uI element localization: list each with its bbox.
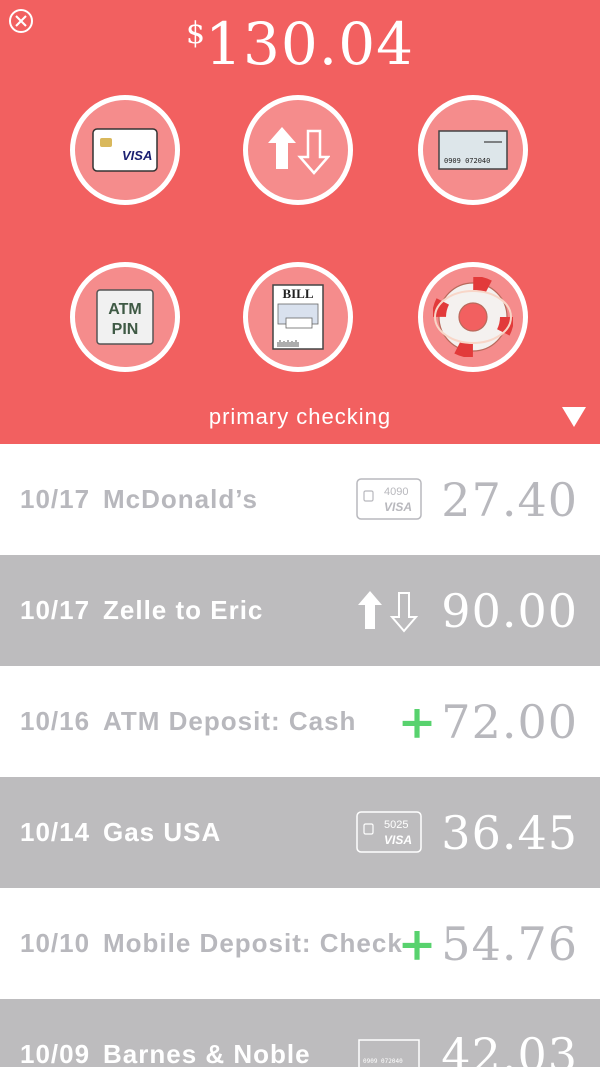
balance-display: $130.04 (0, 10, 600, 78)
amount-value: 27.40 (441, 472, 578, 527)
transaction-row[interactable]: 10/10 Mobile Deposit: Check +54.76 (0, 888, 600, 999)
transaction-date: 10/14 (20, 817, 91, 847)
amount-value: 90.00 (441, 583, 578, 638)
card-brand: VISA (384, 500, 412, 514)
card-last4: 4090 (384, 486, 408, 498)
balance-amount: 130.04 (205, 10, 415, 78)
app-screen: $130.04 VISA 0909 072040 ATM PIN BILL pr… (0, 0, 600, 1067)
card-last4: 5025 (384, 819, 408, 831)
atm-label: ATM (108, 301, 141, 318)
visa-label: VISA (122, 148, 152, 163)
card-icon: 5025 VISA (356, 811, 422, 853)
bill-label: BILL (282, 286, 313, 301)
amount-value: 54.76 (441, 916, 578, 971)
amount-value: 72.00 (441, 694, 578, 749)
transaction-date: 10/09 (20, 1039, 91, 1067)
transaction-date: 10/17 (20, 595, 91, 625)
check-deposit-action-button[interactable]: 0909 072040 (418, 95, 528, 205)
life-preserver-icon (433, 277, 513, 357)
deposit-plus-sign: + (397, 694, 438, 749)
transfer-action-button[interactable] (243, 95, 353, 205)
transaction-date: 10/16 (20, 706, 91, 736)
transaction-amount: +72.00 (398, 695, 578, 749)
transaction-description: McDonald’s (103, 484, 258, 514)
transaction-description: Zelle to Eric (103, 595, 264, 625)
card-action-button[interactable]: VISA (70, 95, 180, 205)
atm-pin-icon: ATM PIN (96, 289, 154, 345)
amount-value: 42.03 (441, 1027, 578, 1067)
transaction-row[interactable]: 10/17 Zelle to Eric 90.00 (0, 555, 600, 666)
transaction-row[interactable]: 10/17 McDonald’s 4090 VISA 27.40 (0, 444, 600, 555)
transfer-icon (358, 591, 419, 633)
currency-symbol: $ (185, 16, 206, 51)
bill-icon: BILL (272, 284, 324, 350)
account-header: $130.04 VISA 0909 072040 ATM PIN BILL pr… (0, 0, 600, 444)
atm-pin-action-button[interactable]: ATM PIN (70, 262, 180, 372)
transaction-description: Mobile Deposit: Check (103, 928, 403, 958)
deposit-plus-sign: + (397, 916, 438, 971)
transaction-amount: 27.40 (441, 473, 578, 527)
check-icon: 0909 072040 (358, 1039, 420, 1067)
transaction-row[interactable]: 10/14 Gas USA 5025 VISA 36.45 (0, 777, 600, 888)
transaction-amount: +54.76 (398, 917, 578, 971)
transaction-amount: 42.03 (441, 1028, 578, 1067)
transaction-row[interactable]: 10/09 Barnes & Noble 0909 072040 42.03 (0, 999, 600, 1067)
account-name[interactable]: primary checking (0, 404, 600, 430)
card-icon: 4090 VISA (356, 478, 422, 520)
transaction-description: ATM Deposit: Cash (103, 706, 357, 736)
check-number-label: 0909 072040 (444, 157, 490, 165)
transaction-date: 10/17 (20, 484, 91, 514)
transfer-arrows-icon (268, 127, 330, 175)
check-number: 0909 072040 (363, 1058, 403, 1065)
bill-pay-action-button[interactable]: BILL (243, 262, 353, 372)
transaction-description: Barnes & Noble (103, 1039, 311, 1067)
visa-card-icon: VISA (92, 128, 158, 172)
help-action-button[interactable] (418, 262, 528, 372)
amount-value: 36.45 (441, 805, 578, 860)
chevron-down-icon[interactable] (562, 407, 586, 427)
transaction-list: 10/17 McDonald’s 4090 VISA 27.40 10/17 Z… (0, 444, 600, 1067)
transaction-date: 10/10 (20, 928, 91, 958)
transaction-amount: 90.00 (441, 584, 578, 638)
check-icon: 0909 072040 (438, 130, 508, 170)
card-brand: VISA (384, 833, 412, 847)
transaction-row[interactable]: 10/16 ATM Deposit: Cash +72.00 (0, 666, 600, 777)
transaction-description: Gas USA (103, 817, 222, 847)
transaction-amount: 36.45 (441, 806, 578, 860)
pin-label: PIN (112, 321, 139, 338)
